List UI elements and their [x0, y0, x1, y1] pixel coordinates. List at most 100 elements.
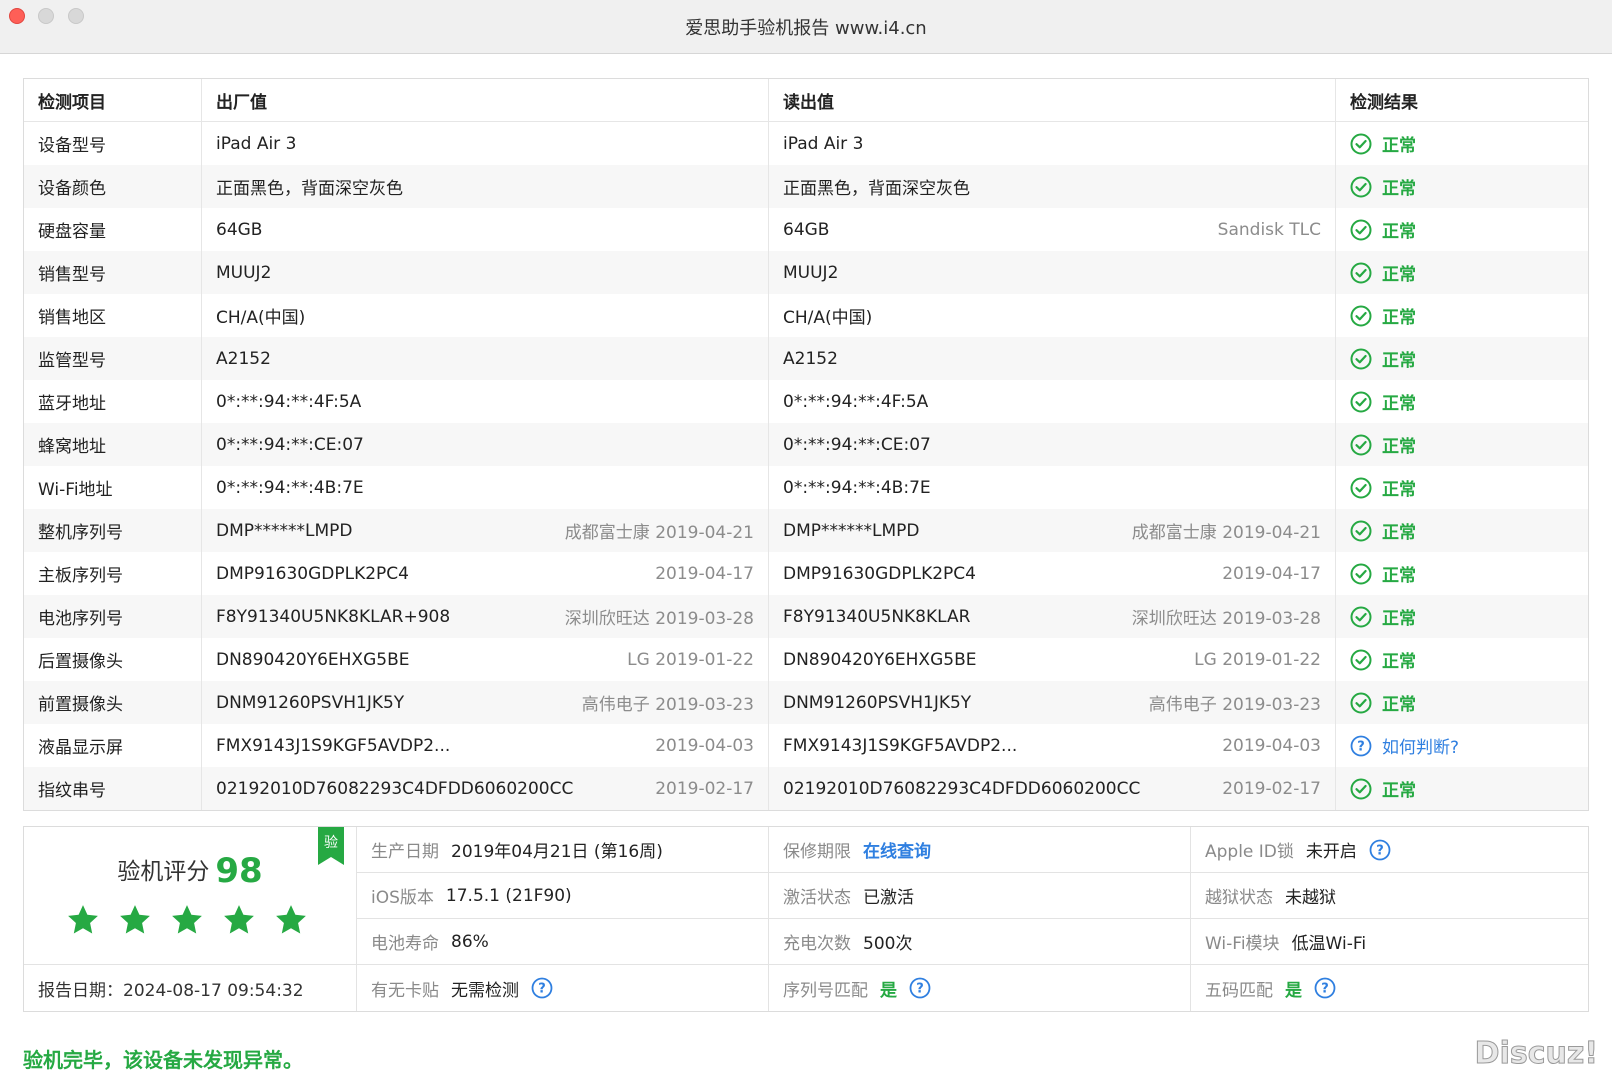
factory-value: DN890420Y6EHXG5BE — [216, 649, 410, 670]
info-label: Wi-Fi模块 — [1205, 934, 1280, 954]
cell-read: DN890420Y6EHXG5BE LG 2019-01-22 — [769, 638, 1336, 681]
cell-item: 蜂窝地址 — [24, 423, 202, 466]
info-label: 序列号匹配 — [783, 980, 868, 1001]
item-label: 主板序列号 — [38, 566, 123, 586]
table-row: 销售地区 CH/A(中国) CH/A(中国) 正常 — [24, 294, 1588, 337]
info-cell: 五码匹配是? — [1191, 965, 1588, 1011]
score-area: 验机评分 98 验 — [24, 827, 356, 966]
help-icon[interactable]: ? — [1369, 839, 1391, 861]
item-label: 销售型号 — [38, 265, 106, 285]
info-label: iOS版本 — [371, 888, 434, 908]
check-table: 检测项目 出厂值 读出值 检测结果 设备型号 iPad Air 3 iPad A… — [23, 78, 1589, 811]
check-circle-icon — [1350, 348, 1372, 370]
result-text: 正常 — [1382, 437, 1416, 457]
read-sub: 高伟电子 2019-03-23 — [1148, 695, 1321, 715]
cell-result: ? 如何判断? — [1336, 724, 1588, 767]
cell-factory: DN890420Y6EHXG5BE LG 2019-01-22 — [202, 638, 769, 681]
cell-factory: 0*:**:94:**:CE:07 — [202, 423, 769, 466]
result-normal: 正常 — [1350, 604, 1416, 629]
score-label: 验机评分 — [117, 859, 210, 885]
result-text: 正常 — [1382, 609, 1416, 629]
cell-read: DMP91630GDPLK2PC4 2019-04-17 — [769, 552, 1336, 595]
table-row: 电池序列号 F8Y91340U5NK8KLAR+908 深圳欣旺达 2019-03… — [24, 595, 1588, 638]
info-row: 电池寿命 86% 充电次数 500次 Wi-Fi模块 低温Wi-Fi — [357, 919, 1588, 965]
cell-result: 正常 — [1336, 122, 1588, 165]
star-icon — [222, 903, 256, 941]
info-value: 是 — [1285, 980, 1302, 1001]
window-title: 爱思助手验机报告 www.i4.cn — [685, 18, 927, 39]
read-sub: 2019-02-17 — [1222, 778, 1321, 799]
read-value: DN890420Y6EHXG5BE — [783, 649, 977, 670]
star-icon — [118, 903, 152, 941]
how-to-judge-link[interactable]: ? 如何判断? — [1350, 733, 1459, 758]
check-circle-icon — [1350, 391, 1372, 413]
cell-item: 后置摄像头 — [24, 638, 202, 681]
cell-read: 02192010D76082293C4DFDD6060200CC 2019-02-… — [769, 767, 1336, 810]
info-cell: 保修期限 在线查询 — [769, 827, 1191, 872]
help-icon[interactable]: ? — [1314, 977, 1336, 999]
cell-factory: 0*:**:94:**:4B:7E — [202, 466, 769, 509]
check-circle-icon — [1350, 219, 1372, 241]
read-value: 0*:**:94:**:CE:07 — [783, 434, 931, 455]
cell-read: DNM91260PSVH1JK5Y 高伟电子 2019-03-23 — [769, 681, 1336, 724]
star-icon — [170, 903, 204, 941]
help-icon[interactable]: ? — [531, 977, 553, 999]
cell-item: 主板序列号 — [24, 552, 202, 595]
cell-item: 监管型号 — [24, 337, 202, 380]
item-label: 设备型号 — [38, 136, 106, 156]
item-label: 硬盘容量 — [38, 222, 106, 242]
cell-read: 0*:**:94:**:4B:7E — [769, 466, 1336, 509]
cell-factory: DNM91260PSVH1JK5Y 高伟电子 2019-03-23 — [202, 681, 769, 724]
result-text: 正常 — [1382, 652, 1416, 672]
info-cell: 激活状态 已激活 — [769, 873, 1191, 918]
cell-result: 正常 — [1336, 552, 1588, 595]
help-icon[interactable]: ? — [909, 977, 931, 999]
table-row: 整机序列号 DMP******LMPD 成都富士康 2019-04-21 DMP*… — [24, 509, 1588, 552]
cell-factory: DMP******LMPD 成都富士康 2019-04-21 — [202, 509, 769, 552]
result-normal: 正常 — [1350, 776, 1416, 801]
table-row: 液晶显示屏 FMX9143J1S9KGF5AVDP2... 2019-04-03 … — [24, 724, 1588, 767]
result-normal: 正常 — [1350, 174, 1416, 199]
info-cell: 充电次数 500次 — [769, 919, 1191, 964]
score-panel: 验机评分 98 验 报告日期：2024-08-17 09:54:32 — [24, 827, 357, 1011]
factory-sub: 2019-04-03 — [655, 735, 754, 756]
cell-read: iPad Air 3 — [769, 122, 1336, 165]
table-row: 蜂窝地址 0*:**:94:**:CE:07 0*:**:94:**:CE:07… — [24, 423, 1588, 466]
cell-item: 整机序列号 — [24, 509, 202, 552]
factory-value: 64GB — [216, 219, 263, 240]
cell-read: 0*:**:94:**:CE:07 — [769, 423, 1336, 466]
cell-factory: iPad Air 3 — [202, 122, 769, 165]
cell-result: 正常 — [1336, 466, 1588, 509]
result-normal: 正常 — [1350, 690, 1416, 715]
svg-text:?: ? — [1321, 982, 1329, 997]
result-message: 验机完毕，该设备未发现异常。 — [23, 1048, 303, 1072]
result-text: 正常 — [1382, 179, 1416, 199]
result-normal: 正常 — [1350, 303, 1416, 328]
cell-read: MUUJ2 — [769, 251, 1336, 294]
check-circle-icon — [1350, 606, 1372, 628]
read-sub: LG 2019-01-22 — [1194, 649, 1321, 670]
header-item: 检测项目 — [24, 79, 202, 121]
factory-value: DMP91630GDPLK2PC4 — [216, 563, 409, 584]
cell-result: 正常 — [1336, 681, 1588, 724]
read-value: DNM91260PSVH1JK5Y — [783, 692, 972, 713]
info-label: 生产日期 — [371, 842, 439, 862]
item-label: 蓝牙地址 — [38, 394, 106, 414]
result-text: 正常 — [1382, 480, 1416, 500]
warranty-query-link[interactable]: 在线查询 — [863, 837, 931, 862]
result-text: 正常 — [1382, 566, 1416, 586]
cell-result: 正常 — [1336, 208, 1588, 251]
svg-text:?: ? — [538, 982, 546, 997]
factory-sub: 成都富士康 2019-04-21 — [564, 523, 754, 543]
table-header: 检测项目 出厂值 读出值 检测结果 — [24, 79, 1588, 122]
info-label: Apple ID锁 — [1205, 842, 1294, 862]
cell-factory: 正面黑色，背面深空灰色 — [202, 165, 769, 208]
info-label: 有无卡贴 — [371, 980, 439, 1001]
factory-value: F8Y91340U5NK8KLAR+908 — [216, 606, 451, 627]
table-row: 前置摄像头 DNM91260PSVH1JK5Y 高伟电子 2019-03-23 D… — [24, 681, 1588, 724]
factory-value: 正面黑色，背面深空灰色 — [216, 179, 403, 199]
result-text: 正常 — [1382, 351, 1416, 371]
result-text: 正常 — [1382, 394, 1416, 414]
star-rating — [66, 903, 308, 941]
result-normal: 正常 — [1350, 432, 1416, 457]
